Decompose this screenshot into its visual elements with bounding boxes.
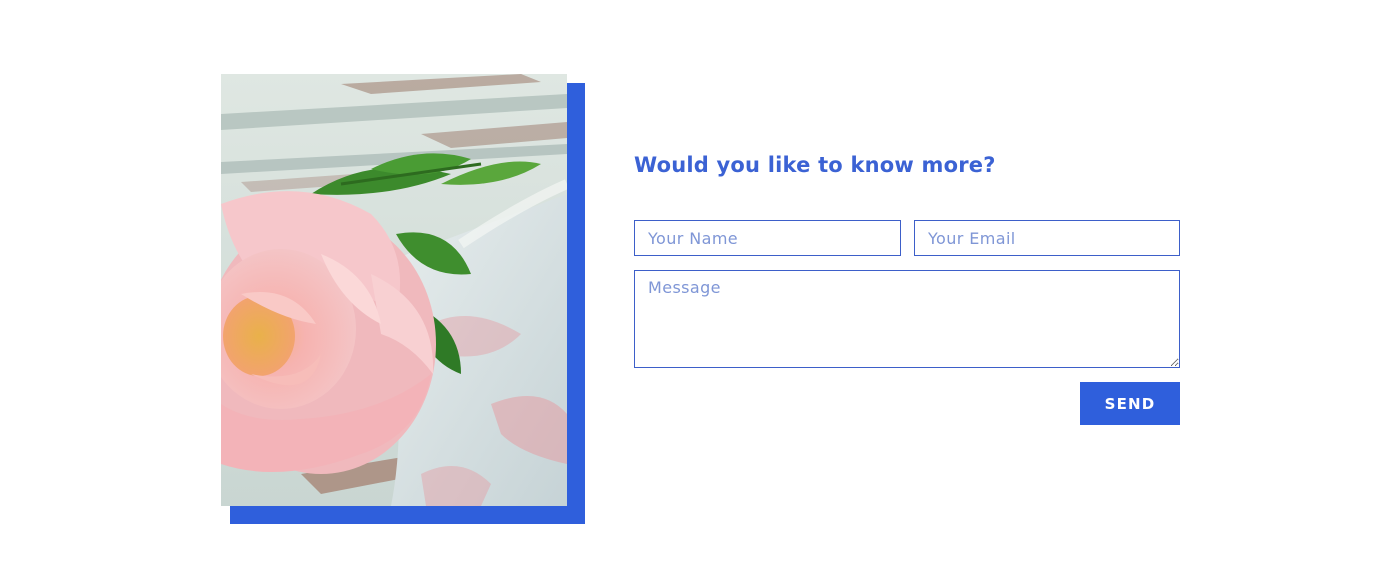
name-field[interactable] xyxy=(634,220,901,256)
contact-fields-row xyxy=(634,220,1180,256)
feature-image-block xyxy=(221,74,585,524)
message-field[interactable] xyxy=(634,270,1180,368)
email-field[interactable] xyxy=(914,220,1180,256)
form-actions: SEND xyxy=(634,382,1180,425)
rose-photo xyxy=(221,74,567,506)
form-title: Would you like to know more? xyxy=(634,153,996,177)
send-button[interactable]: SEND xyxy=(1080,382,1180,425)
contact-form: Would you like to know more? SEND xyxy=(634,150,1180,425)
rose-photo-graphic xyxy=(221,74,567,506)
